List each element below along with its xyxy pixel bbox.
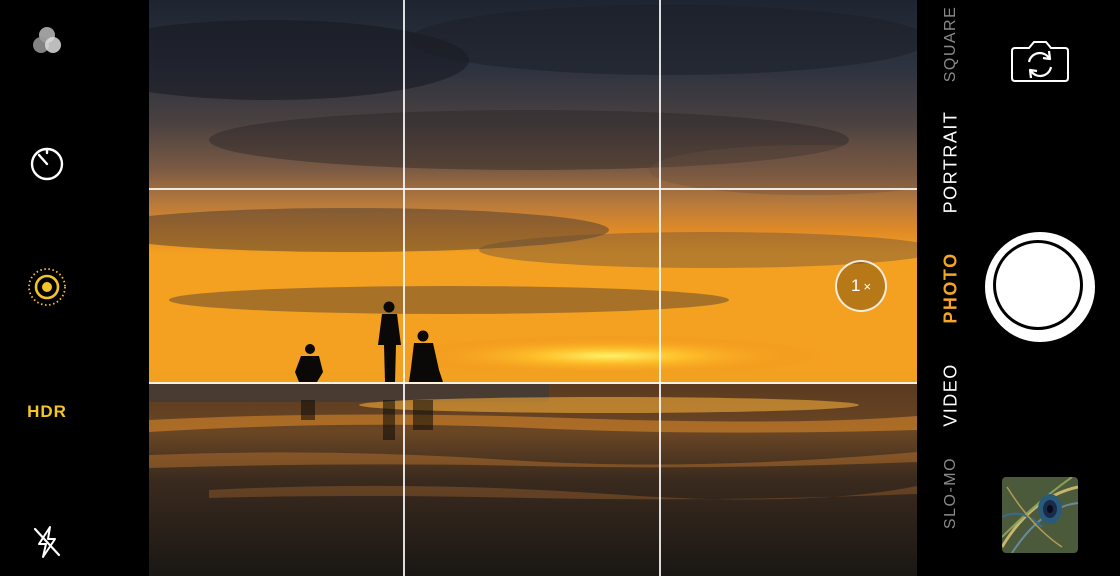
grid-line-vertical-1 xyxy=(403,0,405,576)
mode-square-label: SQUARE xyxy=(942,5,959,83)
mode-slo-mo-label: SLO-MO xyxy=(942,456,959,530)
zoom-suffix: × xyxy=(863,278,872,294)
camera-viewfinder[interactable] xyxy=(149,0,917,576)
last-photo-thumbnail[interactable] xyxy=(1002,477,1078,553)
flip-camera-icon[interactable] xyxy=(1009,36,1071,84)
zoom-button[interactable]: 1 × xyxy=(835,260,887,312)
camera-mode-selector: SQUARE PORTRAIT PHOTO VIDEO SLO-MO xyxy=(936,0,966,576)
mode-photo-label: PHOTO xyxy=(940,252,961,324)
flash-off-icon[interactable] xyxy=(30,524,64,560)
filters-icon[interactable] xyxy=(28,22,66,60)
timer-icon[interactable] xyxy=(27,144,67,184)
mode-portrait-label: PORTRAIT xyxy=(940,110,961,214)
live-photo-icon[interactable] xyxy=(26,266,68,308)
viewfinder-scene xyxy=(149,0,917,576)
grid-line-horizontal-2 xyxy=(149,382,917,384)
hdr-toggle[interactable]: HDR xyxy=(0,402,94,422)
shutter-button[interactable] xyxy=(985,232,1095,342)
thumbnail-image xyxy=(1002,477,1078,553)
grid-line-vertical-2 xyxy=(659,0,661,576)
mode-video-label: VIDEO xyxy=(940,363,961,427)
left-control-bar: HDR xyxy=(0,0,149,576)
zoom-value: 1 xyxy=(850,276,861,295)
grid-line-horizontal-1 xyxy=(149,188,917,190)
